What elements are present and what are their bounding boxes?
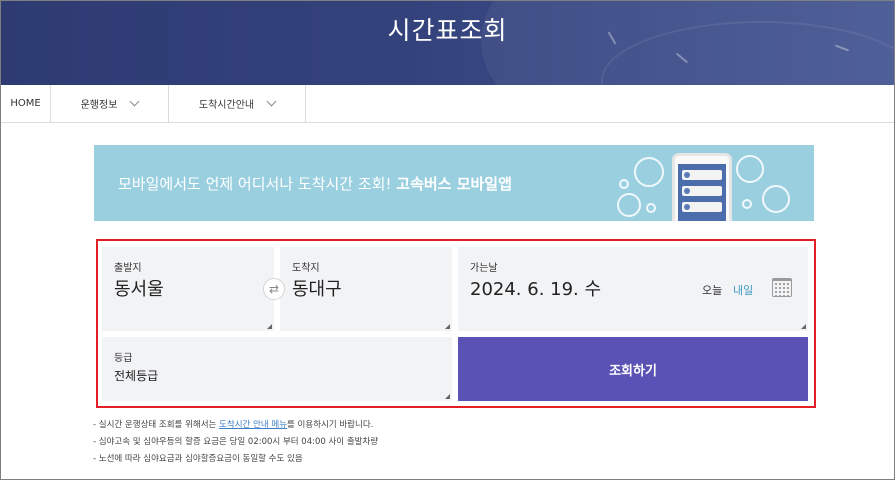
promo-highlight: 고속버스 모바일앱 bbox=[396, 175, 512, 193]
swap-icon[interactable]: ⇄ bbox=[263, 278, 285, 300]
departure-value: 동서울 bbox=[114, 279, 164, 300]
date-field[interactable]: 가는날 2024. 6. 19. 수 오늘 내일 bbox=[458, 247, 808, 331]
today-button[interactable]: 오늘 bbox=[702, 282, 722, 298]
notice-list: - 실시간 운행상태 조회를 위해서는 도착시간 안내 메뉴를 이용하시기 바랍… bbox=[93, 417, 378, 468]
date-label: 가는날 bbox=[470, 263, 498, 274]
header-banner: 시간표조회 bbox=[1, 1, 894, 85]
check-icon bbox=[634, 157, 664, 187]
phone-illustration bbox=[672, 153, 732, 221]
arrival-label: 도착지 bbox=[292, 263, 320, 274]
notice-item: - 심야고속 및 심야우등의 할증 요금은 당일 02:00시 부터 04:00… bbox=[93, 437, 379, 447]
arrival-info-menu-link[interactable]: 도착시간 안내 메뉴 bbox=[219, 420, 287, 430]
search-button[interactable]: 조회하기 bbox=[458, 337, 808, 401]
person-icon bbox=[617, 193, 641, 217]
date-value: 2024. 6. 19. 수 bbox=[470, 279, 602, 300]
phone-menu-row bbox=[682, 186, 722, 196]
page-title: 시간표조회 bbox=[387, 16, 508, 45]
nav-dropdown-operation-info[interactable]: 운행정보 bbox=[51, 85, 169, 122]
notice-text: - 실시간 운행상태 조회를 위해서는 bbox=[93, 420, 220, 430]
breadcrumb-nav: HOME 운행정보 도착시간안내 bbox=[1, 85, 894, 123]
arrival-value: 동대구 bbox=[292, 279, 342, 300]
tomorrow-button[interactable]: 내일 bbox=[733, 282, 753, 298]
corner-indicator-icon bbox=[267, 324, 272, 329]
nav-home[interactable]: HOME bbox=[1, 85, 51, 122]
ticket-icon bbox=[762, 185, 790, 213]
corner-indicator-icon bbox=[801, 324, 806, 329]
notice-text: 를 이용하시기 바랍니다. bbox=[287, 420, 374, 430]
dot-icon bbox=[646, 203, 656, 213]
departure-field[interactable]: 출발지 동서울 bbox=[102, 247, 274, 331]
phone-menu-row bbox=[682, 202, 722, 212]
dot-icon bbox=[742, 199, 752, 209]
nav-item-label: 운행정보 bbox=[80, 100, 118, 111]
nav-dropdown-arrival-info[interactable]: 도착시간안내 bbox=[169, 85, 306, 122]
chevron-down-icon bbox=[129, 96, 140, 107]
grade-field[interactable]: 등급 전체등급 bbox=[102, 337, 452, 401]
corner-indicator-icon bbox=[445, 324, 450, 329]
corner-indicator-icon bbox=[445, 394, 450, 399]
mobile-app-promo-banner[interactable]: 모바일에서도 언제 어디서나 도착시간 조회! 고속버스 모바일앱 bbox=[94, 145, 814, 221]
grade-value: 전체등급 bbox=[114, 369, 159, 383]
promo-message: 모바일에서도 언제 어디서나 도착시간 조회! bbox=[118, 175, 392, 193]
grade-label: 등급 bbox=[114, 353, 133, 364]
calendar-icon[interactable] bbox=[772, 278, 792, 297]
nav-item-label: 도착시간안내 bbox=[198, 100, 255, 111]
chevron-down-icon bbox=[266, 96, 277, 107]
bus-icon bbox=[736, 155, 764, 183]
phone-menu-row bbox=[682, 170, 722, 180]
arrival-field[interactable]: 도착지 동대구 bbox=[280, 247, 452, 331]
timetable-search-form: 출발지 동서울 도착지 동대구 ⇄ 가는날 2024. 6. 19. 수 오늘 … bbox=[96, 239, 816, 408]
dot-icon bbox=[619, 179, 629, 189]
notice-item: - 노선에 따라 심야요금과 심야할증요금이 동일할 수도 있음 bbox=[93, 454, 303, 464]
phone-screen bbox=[678, 164, 726, 221]
departure-label: 출발지 bbox=[114, 263, 142, 274]
promo-text: 모바일에서도 언제 어디서나 도착시간 조회! 고속버스 모바일앱 bbox=[118, 173, 512, 194]
notice-item: - 실시간 운행상태 조회를 위해서는 도착시간 안내 메뉴를 이용하시기 바랍… bbox=[93, 417, 378, 434]
